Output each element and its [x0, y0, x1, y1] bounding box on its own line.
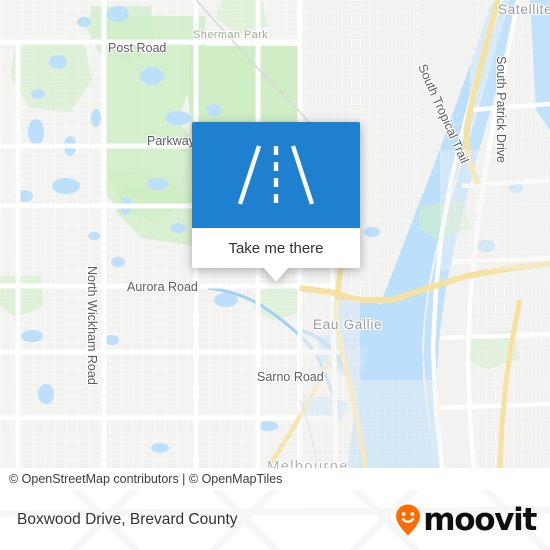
map-screenshot: Sherman Park Post Road Parkway Satellite… [0, 0, 550, 550]
map-canvas[interactable]: Sherman Park Post Road Parkway Satellite… [0, 0, 550, 468]
road-icon [237, 145, 315, 205]
footer-bar: Boxwood Drive, Brevard County moovit [0, 490, 550, 550]
moovit-logo[interactable]: moovit [394, 501, 537, 538]
popup-icon-area [192, 122, 360, 228]
attribution-text[interactable]: © OpenStreetMap contributors | © OpenMap… [0, 472, 282, 486]
map-pin-smiley-icon [396, 504, 421, 536]
map-attribution-bar: © OpenStreetMap contributors | © OpenMap… [0, 468, 550, 490]
destination-popup[interactable]: Take me there [192, 122, 360, 282]
popup-pointer [263, 267, 289, 282]
moovit-wordmark: moovit [423, 501, 537, 538]
place-title: Boxwood Drive, Brevard County [17, 511, 238, 528]
take-me-there-button[interactable]: Take me there [192, 228, 360, 268]
take-me-there-label: Take me there [228, 239, 324, 257]
